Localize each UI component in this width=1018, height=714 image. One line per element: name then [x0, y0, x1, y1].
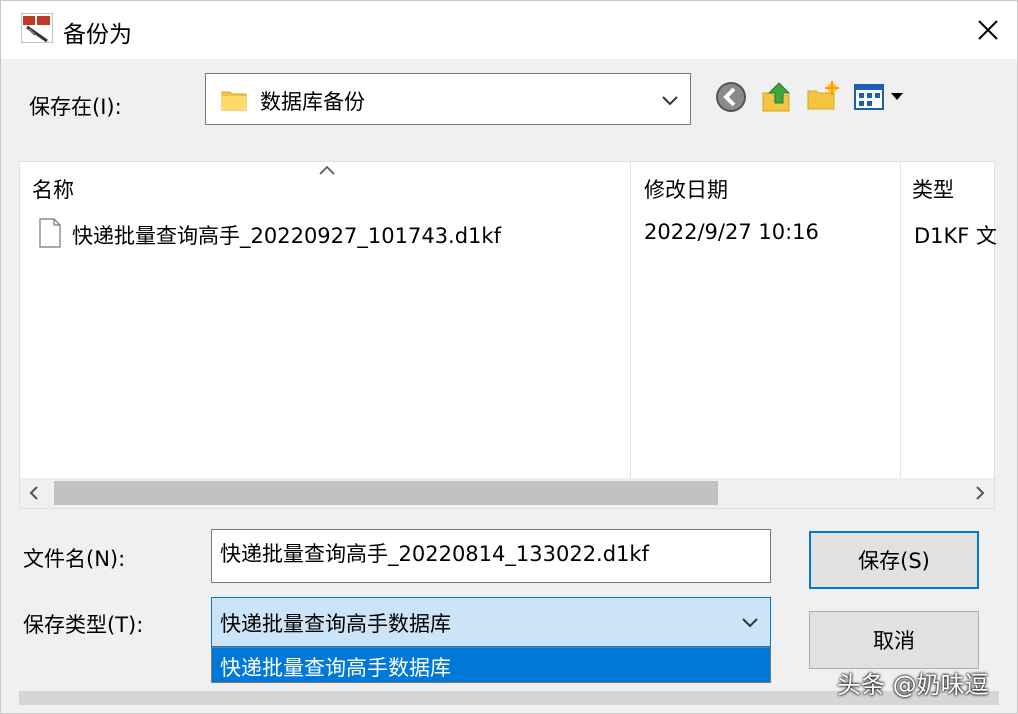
folder-icon [221, 91, 247, 111]
close-button[interactable] [959, 1, 1017, 59]
column-divider[interactable] [630, 162, 631, 478]
cancel-button[interactable]: 取消 [809, 611, 979, 669]
column-divider[interactable] [900, 162, 901, 478]
file-name-input[interactable]: 快递批量查询高手_20220814_133022.d1kf [211, 529, 771, 583]
save-button[interactable]: 保存(S) [809, 531, 979, 589]
file-name-cell: 快递批量查询高手_20220927_101743.d1kf [72, 224, 501, 248]
file-type-value: 快递批量查询高手数据库 [220, 612, 451, 636]
watermark: 头条 @奶味逗 [837, 671, 989, 699]
save-in-dropdown[interactable]: 数据库备份 [205, 73, 691, 125]
file-row[interactable]: 快递批量查询高手_20220927_101743.d1kf 2022/9/27 … [20, 216, 998, 254]
column-header-modified[interactable]: 修改日期 [644, 162, 728, 212]
new-folder-icon[interactable] [805, 79, 841, 115]
app-logo-icon [21, 13, 53, 43]
file-type-option[interactable]: 快递批量查询高手数据库 [212, 648, 770, 682]
file-type-cell: D1KF 文 [914, 224, 998, 248]
close-icon [978, 20, 998, 40]
save-in-value: 数据库备份 [260, 90, 365, 114]
file-icon [39, 218, 61, 248]
up-folder-icon[interactable] [759, 79, 795, 115]
file-date-cell: 2022/9/27 10:16 [644, 220, 819, 244]
column-header-name[interactable]: 名称 [32, 162, 74, 212]
scroll-right-icon[interactable] [972, 485, 988, 501]
view-menu-icon[interactable] [853, 79, 907, 115]
column-header-type[interactable]: 类型 [912, 162, 954, 212]
chevron-down-icon [742, 618, 758, 628]
back-icon[interactable] [713, 79, 749, 115]
scroll-left-icon[interactable] [26, 485, 42, 501]
file-type-label: 保存类型(T): [23, 613, 144, 637]
sort-ascending-icon [319, 165, 335, 175]
chevron-down-icon [662, 96, 678, 106]
file-type-options-list: 快递批量查询高手数据库 [211, 647, 771, 683]
file-type-dropdown[interactable]: 快递批量查询高手数据库 [211, 597, 771, 647]
title-bar: 备份为 [1, 1, 1017, 59]
save-in-label: 保存在(I): [29, 95, 122, 119]
file-list[interactable]: 名称 修改日期 类型 快递批量查询高手_20220927_101743.d1kf… [19, 161, 998, 509]
file-name-label: 文件名(N): [23, 547, 126, 571]
dialog-title: 备份为 [63, 22, 132, 48]
horizontal-scrollbar[interactable] [20, 478, 994, 508]
save-as-dialog: 备份为 保存在(I): 数据库备份 名称 修改日期 类型 快递批量查询高手_20… [0, 0, 1018, 714]
scrollbar-thumb[interactable] [54, 481, 718, 505]
